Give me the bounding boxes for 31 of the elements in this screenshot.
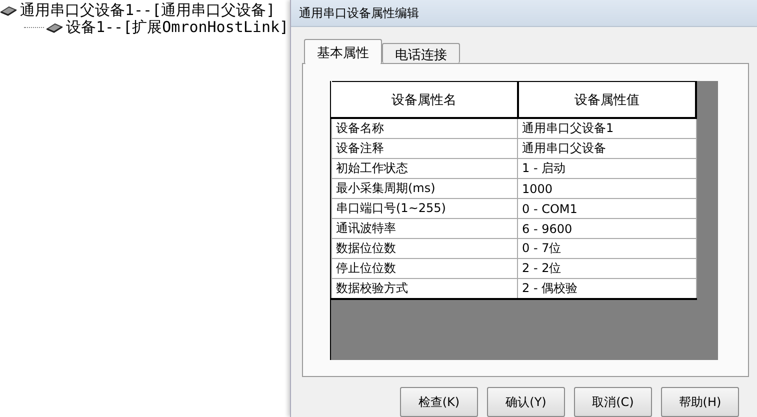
column-header: 设备属性名 [332, 82, 518, 118]
table-cell: 1 - 启动 [518, 158, 696, 178]
table-cell: 设备注释 [332, 138, 518, 158]
table-cell: 通讯波特率 [332, 218, 518, 238]
tab[interactable]: 电话连接 [382, 43, 460, 63]
table-cell: 1000 [518, 178, 696, 198]
dialog-button[interactable]: 确认(Y) [487, 387, 565, 417]
table-cell: 最小采集周期(ms) [332, 178, 518, 198]
table-cell: 串口端口号(1~255) [332, 198, 518, 218]
dialog-button[interactable]: 取消(C) [574, 387, 652, 417]
tree-item[interactable]: 设备1--[扩展OmronHostLink] [65, 18, 290, 37]
table-cell: 初始工作状态 [332, 158, 518, 178]
chip-icon [0, 6, 17, 16]
tab[interactable]: 基本属性 [304, 39, 382, 64]
column-header: 设备属性值 [518, 82, 696, 118]
chip-icon [46, 22, 63, 32]
table-cell: 停止位位数 [332, 258, 518, 278]
table-cell: 6 - 9600 [518, 218, 696, 238]
table-cell: 2 - 2位 [518, 258, 696, 278]
table-cell: 设备名称 [332, 118, 518, 138]
tree-item[interactable]: 通用串口父设备1--[通用串口父设备] [19, 1, 276, 20]
table-cell: 通用串口父设备 [518, 138, 696, 158]
window-title: 通用串口设备属性编辑 [299, 4, 419, 22]
table-cell: 0 - COM1 [518, 198, 696, 218]
dialog-button[interactable]: 检查(K) [400, 387, 478, 417]
table-cell: 数据校验方式 [332, 278, 518, 299]
table-cell: 2 - 偶校验 [518, 278, 696, 299]
table-cell: 数据位位数 [332, 238, 518, 258]
table-cell: 0 - 7位 [518, 238, 696, 258]
dialog-button[interactable]: 帮助(H) [661, 387, 739, 417]
table-cell: 通用串口父设备1 [518, 118, 696, 138]
